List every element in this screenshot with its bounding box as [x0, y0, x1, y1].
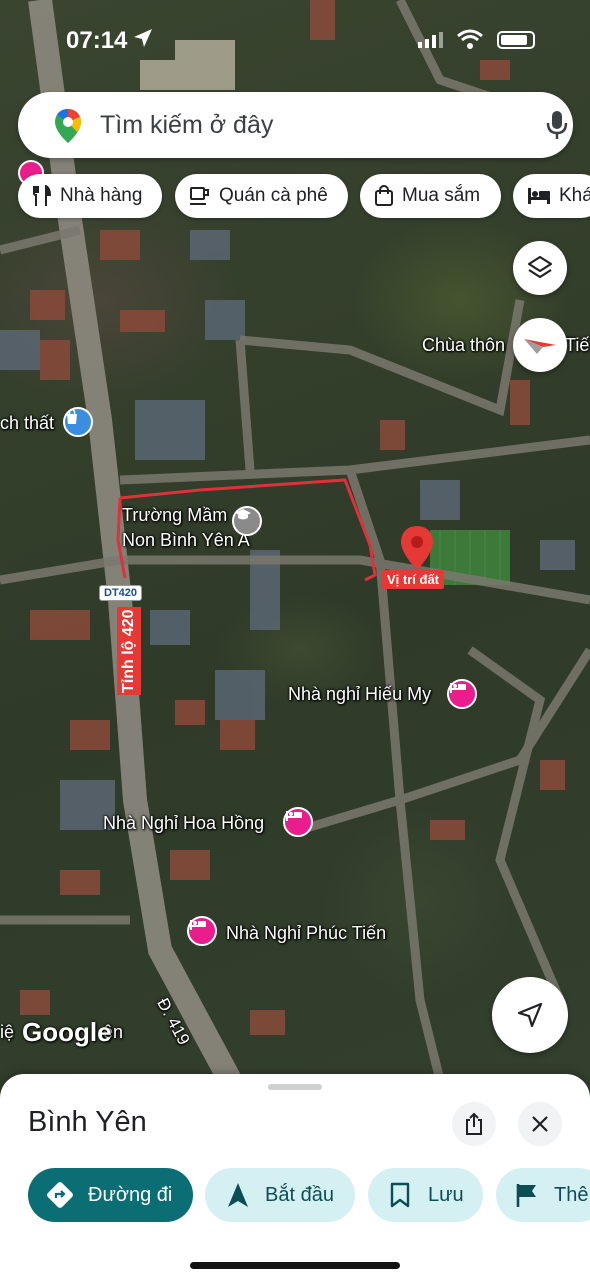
google-maps-pin-icon	[54, 108, 82, 149]
left-edge-text: iệ	[0, 1022, 15, 1042]
navigation-arrow-icon	[228, 1183, 248, 1207]
share-button[interactable]	[452, 1102, 496, 1146]
directions-icon	[47, 1182, 73, 1208]
label-phuc-tien-text: Nhà Nghỉ Phúc Tiến	[226, 923, 387, 943]
share-icon	[466, 1112, 482, 1135]
label-chua-thon-text: Chùa thôn	[422, 335, 506, 355]
compass-icon	[524, 339, 556, 354]
search-placeholder: Tìm kiếm ở đây	[100, 111, 274, 139]
google-watermark: Google	[22, 1017, 112, 1048]
chip-shopping-label: Mua sắm	[402, 185, 481, 206]
coffee-icon	[190, 187, 209, 205]
label-nha-nghi-hieu-my[interactable]: Nhà nghỉ Hiếu My	[288, 684, 431, 705]
cellular-signal-icon	[418, 32, 444, 53]
chip-restaurants[interactable]: Nhà hàng	[18, 174, 162, 218]
label-chua-thon-suffix: Tiế	[565, 335, 589, 356]
directions-button[interactable]: Đường đi	[28, 1168, 193, 1222]
road-shield-dt420: DT420	[99, 585, 143, 601]
home-indicator[interactable]	[190, 1262, 400, 1269]
category-chips: Nhà hàng Quán cà phê Mua sắm Khá	[0, 174, 590, 220]
hotel-poi-icon[interactable]	[187, 916, 217, 946]
school-poi-icon[interactable]	[232, 506, 262, 536]
microphone-icon[interactable]	[545, 110, 569, 145]
vi-tri-dat-tag: Vị trí đất	[382, 570, 445, 589]
shopping-poi-icon[interactable]	[63, 407, 93, 437]
directions-label: Đường đi	[88, 1183, 173, 1206]
place-title: Bình Yên	[28, 1106, 147, 1138]
search-bar[interactable]: Tìm kiếm ở đây	[18, 92, 573, 158]
add-label-text: Thê	[554, 1183, 589, 1206]
label-chua-thon[interactable]: Chùa thôn	[422, 335, 505, 356]
label-thach-that-text: ch thất	[0, 413, 55, 433]
label-nha-nghi-phuc-tien[interactable]: Nhà Nghỉ Phúc Tiến	[226, 923, 386, 944]
hotel-poi-icon[interactable]	[283, 807, 313, 837]
add-label-button[interactable]: Thê	[496, 1168, 590, 1222]
close-icon	[532, 1116, 548, 1132]
start-button[interactable]: Bắt đầu	[205, 1168, 355, 1222]
chip-hotels-label: Khá	[559, 185, 590, 206]
label-truong-mam-non[interactable]: Trường Mầm Non Bình Yên A	[122, 503, 250, 553]
google-text: Google	[22, 1017, 112, 1047]
label-hoa-hong-text: Nhà Nghỉ Hoa Hồng	[103, 813, 265, 833]
wifi-icon	[456, 28, 484, 55]
fork-knife-icon	[33, 185, 52, 206]
my-location-button[interactable]	[492, 977, 568, 1053]
chip-shopping[interactable]: Mua sắm	[360, 174, 501, 218]
road-label-tinh-lo-420: Tỉnh lộ 420	[117, 607, 141, 695]
flag-icon	[516, 1184, 536, 1207]
road-dt420-text: DT420	[104, 587, 138, 599]
chip-restaurants-label: Nhà hàng	[60, 185, 143, 206]
start-label: Bắt đầu	[265, 1183, 334, 1206]
location-arrow-icon	[133, 28, 153, 53]
label-hieu-my-text: Nhà nghỉ Hiếu My	[288, 684, 432, 704]
status-time: 07:14	[66, 27, 128, 54]
tinh-lo-420-text: Tỉnh lộ 420	[120, 609, 137, 693]
save-label: Lưu	[428, 1183, 464, 1206]
hotel-poi-icon[interactable]	[447, 679, 477, 709]
label-nha-nghi-hoa-hong[interactable]: Nhà Nghỉ Hoa Hồng	[103, 813, 264, 834]
layers-button[interactable]	[513, 241, 567, 295]
label-thach-that[interactable]: ch thất	[0, 413, 54, 434]
vi-tri-dat-text: Vị trí đất	[387, 572, 440, 587]
save-button[interactable]: Lưu	[368, 1168, 483, 1222]
sheet-drag-handle[interactable]	[268, 1084, 322, 1090]
chip-hotels[interactable]: Khá	[513, 174, 590, 218]
label-chua-thon-suffix-text: Tiế	[565, 335, 590, 355]
label-left-edge: iệ	[0, 1022, 14, 1043]
compass-button[interactable]	[513, 318, 567, 372]
bookmark-icon	[390, 1182, 410, 1208]
bed-icon	[528, 188, 550, 204]
status-bar: 07:14	[0, 0, 590, 80]
chip-cafes[interactable]: Quán cà phê	[175, 174, 348, 218]
navigation-arrow-icon	[517, 1002, 543, 1028]
battery-icon	[497, 31, 535, 49]
close-button[interactable]	[518, 1102, 562, 1146]
place-bottom-sheet[interactable]: Bình Yên Đường đi Bắt đầu Lưu Thê	[0, 1074, 590, 1280]
layers-icon	[527, 255, 553, 279]
shopping-bag-icon	[375, 185, 393, 206]
label-truong-line2: Non Bình Yên A	[122, 530, 250, 550]
chip-cafes-label: Quán cà phê	[219, 185, 328, 206]
label-truong-line1: Trường Mầm	[122, 505, 228, 525]
